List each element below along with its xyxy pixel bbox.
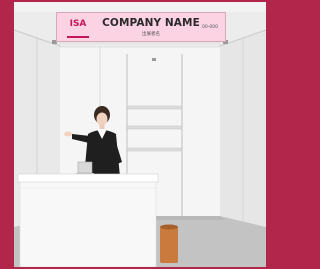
booth-number: 00-000 xyxy=(202,25,218,30)
company-name: COMPANY NAME xyxy=(102,17,200,29)
waste-bin xyxy=(160,224,178,263)
shelf-2 xyxy=(126,125,183,130)
spotlight-center xyxy=(152,58,156,61)
booth-scene: ISA COMPANY NAME 出展者名 00-000 xyxy=(0,0,280,269)
reception-counter xyxy=(17,173,159,267)
company-subtitle: 出展者名 xyxy=(142,32,160,37)
fascia-sign: ISA COMPANY NAME 出展者名 00-000 xyxy=(56,12,226,42)
shelf-3 xyxy=(126,147,183,152)
shelf-1 xyxy=(126,105,183,110)
laptop xyxy=(76,161,94,175)
logo-underline xyxy=(67,36,89,38)
logo-text: ISA xyxy=(69,19,87,29)
booth-rendering: ISA COMPANY NAME 出展者名 00-000 xyxy=(14,2,266,267)
company-logo: ISA xyxy=(63,17,89,38)
